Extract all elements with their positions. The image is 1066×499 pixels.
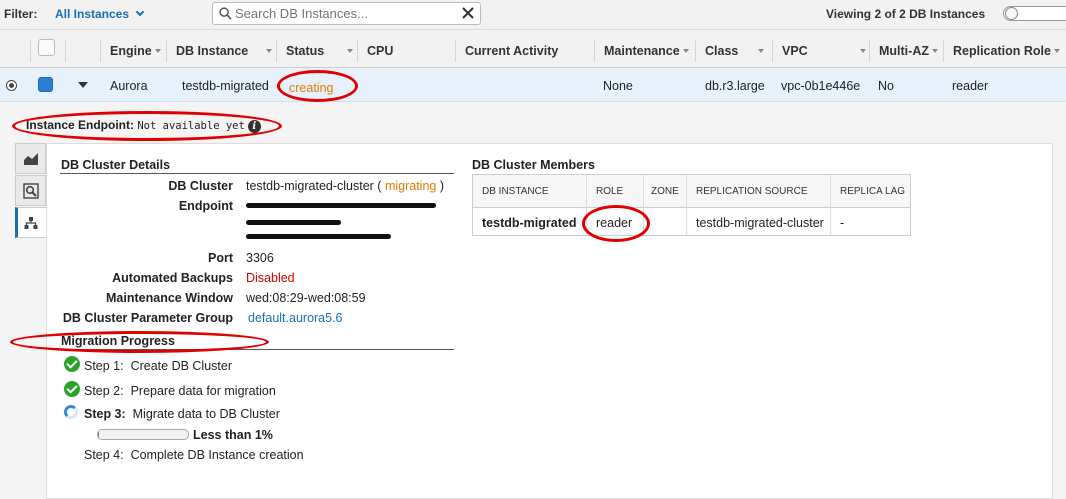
tab-monitoring[interactable]: [15, 143, 46, 174]
section-title-cluster-details: DB Cluster Details: [61, 158, 171, 172]
column-header-engine[interactable]: Engine: [110, 44, 161, 58]
section-rule: [60, 349, 454, 350]
column-header-current-activity[interactable]: Current Activity: [465, 44, 558, 58]
table-row[interactable]: Aurora testdb-migrated creating None db.…: [0, 69, 1066, 102]
column-separator: [869, 40, 870, 62]
viewing-count: Viewing 2 of 2 DB Instances: [826, 7, 986, 21]
row-checkbox[interactable]: [38, 77, 53, 92]
redacted-endpoint: [246, 234, 391, 239]
cell-status: creating: [289, 81, 334, 95]
cluster-members-table: DB INSTANCE ROLE ZONE REPLICATION SOURCE…: [472, 174, 911, 236]
column-separator: [455, 40, 456, 62]
column-separator: [100, 40, 101, 62]
column-header-multi-az[interactable]: Multi-AZ: [879, 44, 938, 58]
label-parameter-group: DB Cluster Parameter Group: [62, 311, 233, 325]
filter-label: Filter:: [4, 7, 38, 21]
label-port: Port: [208, 251, 233, 265]
search-icon: [219, 7, 232, 20]
members-col-role: ROLE: [596, 186, 624, 197]
value-port: 3306: [246, 251, 274, 265]
member-role: reader: [596, 216, 633, 230]
view-toggle[interactable]: [1003, 6, 1066, 21]
column-separator: [357, 40, 358, 62]
progress-fill: [98, 430, 99, 439]
cell-maintenance: None: [603, 79, 633, 93]
clear-icon[interactable]: [461, 6, 475, 20]
label-db-cluster: DB Cluster: [168, 179, 233, 193]
value-automated-backups: Disabled: [246, 271, 295, 285]
chevron-down-icon: [135, 7, 145, 17]
info-icon[interactable]: i: [247, 120, 261, 133]
cell-vpc: vpc-0b1e446e: [781, 79, 861, 93]
column-separator: [594, 40, 595, 62]
section-title-cluster-members: DB Cluster Members: [472, 158, 595, 172]
member-db-instance: testdb-migrated: [482, 216, 577, 230]
column-separator: [772, 40, 773, 62]
value-db-cluster: testdb-migrated-cluster ( migrating ): [246, 179, 444, 193]
members-col-db-instance: DB INSTANCE: [482, 186, 549, 197]
label-endpoint: Endpoint: [178, 199, 233, 213]
member-replication-source: testdb-migrated-cluster: [696, 216, 824, 230]
filter-selected-value: All Instances: [55, 7, 130, 21]
column-separator: [30, 40, 31, 62]
search-box: [212, 2, 481, 25]
section-rule: [60, 173, 454, 174]
column-header-db-instance[interactable]: DB Instance: [176, 44, 273, 58]
cluster-tree-icon: [24, 217, 38, 229]
section-title-migration-progress: Migration Progress: [61, 334, 175, 348]
cell-replication-role: reader: [952, 79, 989, 93]
search-input[interactable]: [235, 5, 455, 22]
column-header-class[interactable]: Class: [705, 44, 765, 58]
column-header-vpc[interactable]: VPC: [782, 44, 866, 58]
redacted-endpoint: [246, 203, 436, 208]
endpoint-label: Instance Endpoint:: [26, 118, 134, 132]
check-icon: [64, 356, 80, 372]
link-parameter-group[interactable]: default.aurora5.6: [248, 311, 343, 325]
migration-progress-bar: [97, 429, 189, 440]
endpoint-value: Not available yet: [137, 120, 245, 132]
instance-endpoint: Instance Endpoint: Not available yet i: [26, 118, 261, 133]
chart-icon: [24, 153, 38, 165]
value-maintenance-window: wed:08:29-wed:08:59: [246, 291, 366, 305]
cell-class: db.r3.large: [705, 79, 765, 93]
step-4: Step 4: Complete DB Instance creation: [84, 448, 304, 462]
members-col-replication-source: REPLICATION SOURCE: [696, 186, 808, 197]
column-header-status[interactable]: Status: [286, 44, 354, 58]
step-1: Step 1: Create DB Cluster: [84, 359, 233, 373]
column-separator: [276, 40, 277, 62]
column-header-replication-role[interactable]: Replication Role: [953, 44, 1060, 58]
column-header-maintenance[interactable]: Maintenance: [604, 44, 689, 58]
column-separator: [166, 40, 167, 62]
progress-text: Less than 1%: [193, 428, 273, 442]
column-header-cpu[interactable]: CPU: [367, 44, 393, 58]
label-automated-backups: Automated Backups: [112, 271, 233, 285]
row-radio[interactable]: [6, 80, 17, 91]
column-separator: [943, 40, 944, 62]
column-separator: [65, 40, 66, 62]
member-replica-lag: -: [840, 216, 845, 230]
cell-multi-az: No: [878, 79, 894, 93]
redacted-endpoint: [246, 220, 341, 225]
expand-row-icon[interactable]: [78, 82, 88, 88]
table-header: Engine DB Instance Status CPU Current Ac…: [0, 35, 1066, 68]
check-icon: [64, 381, 80, 397]
filter-bar: Filter: All Instances Viewing 2 of 2 DB …: [0, 0, 1066, 30]
label-maintenance-window: Maintenance Window: [106, 291, 233, 305]
cell-db-instance: testdb-migrated: [182, 79, 269, 93]
spinner-icon: [64, 405, 78, 419]
members-col-zone: ZONE: [651, 186, 679, 197]
select-all-checkbox[interactable]: [38, 39, 55, 56]
column-separator: [695, 40, 696, 62]
step-2: Step 2: Prepare data for migration: [84, 384, 276, 398]
toggle-knob: [1005, 7, 1018, 20]
members-col-replica-lag: REPLICA LAG: [840, 186, 906, 197]
cluster-status: migrating: [384, 179, 437, 193]
filter-dropdown[interactable]: All Instances: [55, 7, 145, 21]
step-3: Step 3: Migrate data to DB Cluster: [84, 407, 280, 421]
cell-engine: Aurora: [110, 79, 148, 93]
